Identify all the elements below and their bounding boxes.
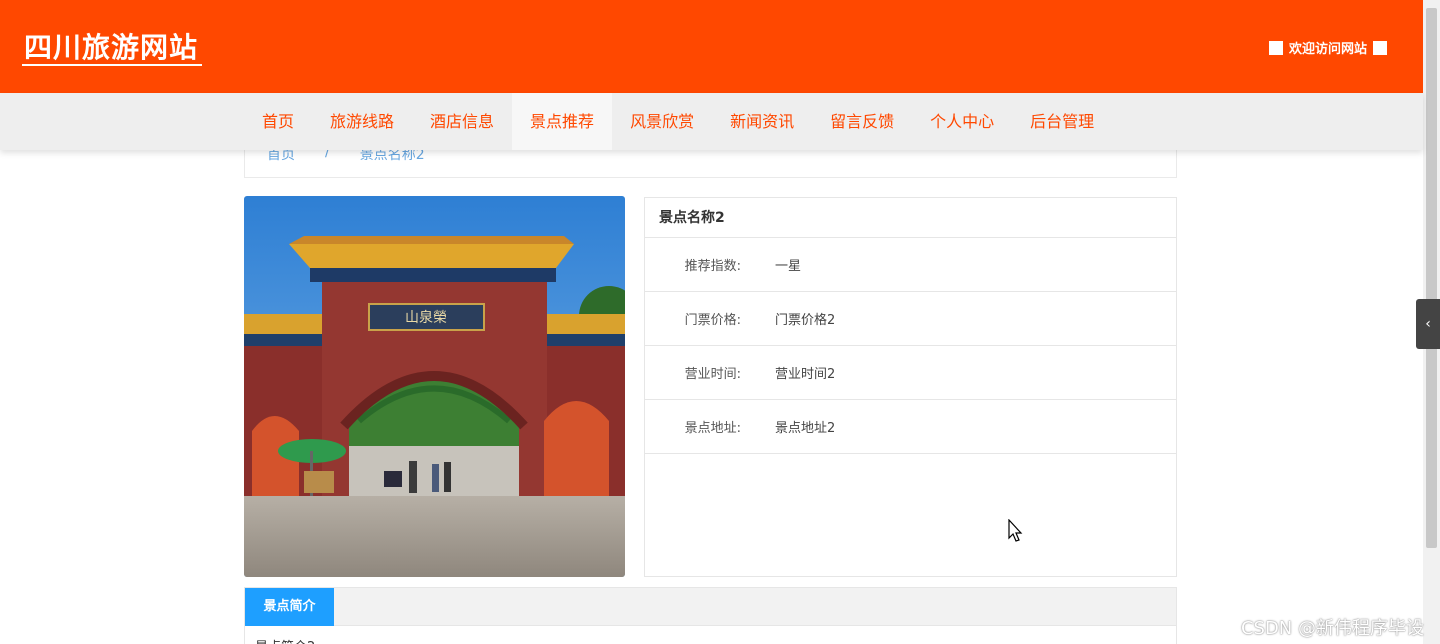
nav-item-attractions[interactable]: 景点推荐 bbox=[512, 93, 613, 150]
nav-item-news[interactable]: 新闻资讯 bbox=[712, 93, 812, 150]
site-header: 四川旅游网站 欢迎访问网站 bbox=[0, 0, 1423, 93]
intro-tab-bar: 景点简介 bbox=[245, 588, 1176, 626]
welcome-banner: 欢迎访问网站 bbox=[1268, 38, 1387, 57]
page: 四川旅游网站 欢迎访问网站 首页 旅游线路 酒店信息 景点推荐 风景欣赏 新闻资… bbox=[0, 0, 1440, 644]
nav-item-profile[interactable]: 个人中心 bbox=[912, 93, 1012, 150]
mouse-cursor-icon bbox=[1008, 519, 1023, 542]
welcome-left-square-icon bbox=[1268, 40, 1283, 55]
info-row-address: 景点地址: 景点地址2 bbox=[645, 400, 1176, 454]
watermark: CSDN @新伟程序毕设 bbox=[1240, 618, 1424, 639]
attraction-info: 景点名称2 推荐指数: 一星 门票价格: 门票价格2 营业时间: 营业时间2 景… bbox=[644, 197, 1177, 577]
nav-item-hotels[interactable]: 酒店信息 bbox=[412, 93, 512, 150]
nav-item-travel-routes[interactable]: 旅游线路 bbox=[312, 93, 412, 150]
tab-intro[interactable]: 景点简介 bbox=[245, 588, 334, 626]
welcome-text: 欢迎访问网站 bbox=[1288, 42, 1367, 57]
info-value: 景点地址2 bbox=[775, 421, 836, 436]
info-row-ticket-price: 门票价格: 门票价格2 bbox=[645, 292, 1176, 346]
info-row-opening-hours: 营业时间: 营业时间2 bbox=[645, 346, 1176, 400]
info-value: 营业时间2 bbox=[775, 367, 836, 382]
intro-text: 景点简介2 bbox=[255, 636, 315, 644]
site-title[interactable]: 四川旅游网站 bbox=[24, 26, 198, 66]
nav-items: 首页 旅游线路 酒店信息 景点推荐 风景欣赏 新闻资讯 留言反馈 个人中心 后台… bbox=[244, 93, 1112, 150]
info-label: 推荐指数: bbox=[684, 259, 741, 274]
info-row-rating: 推荐指数: 一星 bbox=[645, 238, 1176, 292]
main-nav: 首页 旅游线路 酒店信息 景点推荐 风景欣赏 新闻资讯 留言反馈 个人中心 后台… bbox=[0, 93, 1423, 150]
site-title-underline bbox=[22, 64, 202, 66]
attraction-name: 景点名称2 bbox=[645, 198, 1176, 238]
info-value: 一星 bbox=[775, 259, 802, 274]
nav-item-feedback[interactable]: 留言反馈 bbox=[812, 93, 912, 150]
intro-section: 景点简介 景点简介2 bbox=[244, 587, 1177, 644]
attraction-photo: 山泉榮 bbox=[244, 196, 625, 577]
info-label: 门票价格: bbox=[684, 313, 741, 328]
info-value: 门票价格2 bbox=[775, 313, 836, 328]
info-label: 营业时间: bbox=[684, 367, 741, 382]
scrollbar-thumb[interactable] bbox=[1426, 8, 1437, 548]
welcome-right-square-icon bbox=[1373, 40, 1387, 55]
nav-item-scenery[interactable]: 风景欣赏 bbox=[612, 93, 712, 150]
nav-item-admin[interactable]: 后台管理 bbox=[1012, 93, 1112, 150]
gate-sign-text: 山泉榮 bbox=[405, 309, 447, 326]
info-label: 景点地址: bbox=[684, 421, 741, 436]
chevron-left-icon[interactable]: ‹ bbox=[1416, 299, 1440, 349]
nav-item-home[interactable]: 首页 bbox=[244, 93, 312, 150]
